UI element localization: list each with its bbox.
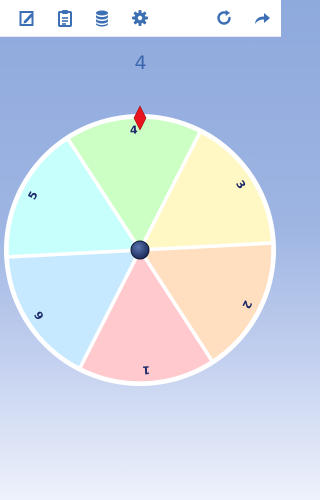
wheel-graphic[interactable]: 432165 [0,100,281,400]
wheel-label-4: 4 [130,123,139,136]
share-icon [255,13,270,24]
settings-button[interactable] [128,6,152,30]
refresh-button[interactable] [212,6,236,30]
share-button[interactable] [250,6,274,30]
clipboard-button[interactable] [53,6,77,30]
wheel-hub[interactable] [130,240,150,260]
result-value: 4 [134,52,147,74]
edit-icon [19,11,34,26]
toolbar [0,0,281,37]
database-icon [96,10,108,27]
wheel-label-1: 1 [142,363,150,376]
clipboard-icon [58,10,72,27]
edit-button[interactable] [15,6,39,30]
settings-icon [132,10,148,26]
refresh-icon [217,10,231,25]
database-button[interactable] [90,6,114,30]
spin-wheel[interactable]: 432165 [0,100,281,400]
